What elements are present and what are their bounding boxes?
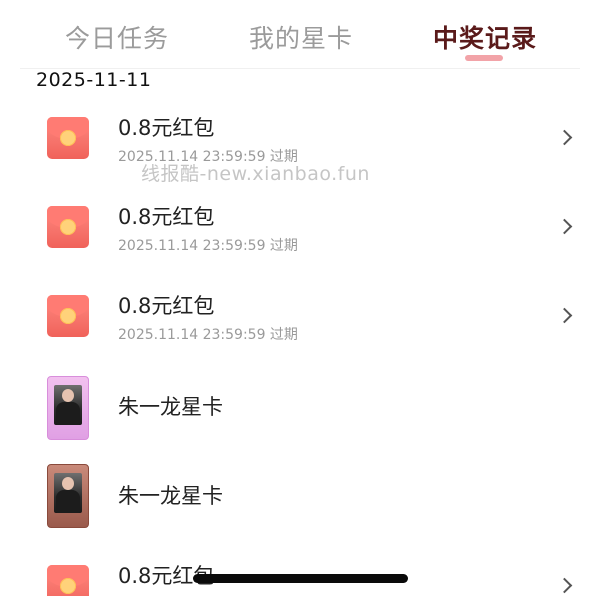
list-item-star-card[interactable]: 朱一龙星卡 xyxy=(0,464,600,544)
item-title: 朱一龙星卡 xyxy=(118,484,223,508)
tab-prize-records[interactable]: 中奖记录 xyxy=(433,19,537,55)
tab-bar: 今日任务 我的星卡 中奖记录 xyxy=(0,0,600,66)
home-indicator[interactable] xyxy=(193,574,408,583)
chevron-right-icon xyxy=(556,218,573,235)
watermark-text: 线报酷-new.xianbao.fun xyxy=(141,163,370,185)
list-item-red-packet[interactable]: 0.8元红包 2025.11.14 23:59:59 过期 xyxy=(0,195,600,275)
item-title: 0.8元红包 xyxy=(118,116,215,140)
chevron-right-icon xyxy=(556,129,573,146)
item-title: 0.8元红包 xyxy=(118,205,215,229)
chevron-right-icon xyxy=(556,577,573,594)
tab-my-star-cards[interactable]: 我的星卡 xyxy=(249,19,353,55)
tab-today-tasks[interactable]: 今日任务 xyxy=(65,19,169,55)
date-group-header: 2025-11-11 xyxy=(36,69,152,91)
item-expiry: 2025.11.14 23:59:59 过期 xyxy=(118,327,298,343)
item-title: 朱一龙星卡 xyxy=(118,395,223,419)
list-item-red-packet[interactable]: 0.8元红包 2025.11.14 23:59:59 过期 xyxy=(0,284,600,364)
item-title: 0.8元红包 xyxy=(118,294,215,318)
chevron-right-icon xyxy=(556,307,573,324)
item-expiry: 2025.11.14 23:59:59 过期 xyxy=(118,238,298,254)
list-item-star-card[interactable]: 朱一龙星卡 xyxy=(0,376,600,456)
active-tab-indicator xyxy=(465,55,503,61)
